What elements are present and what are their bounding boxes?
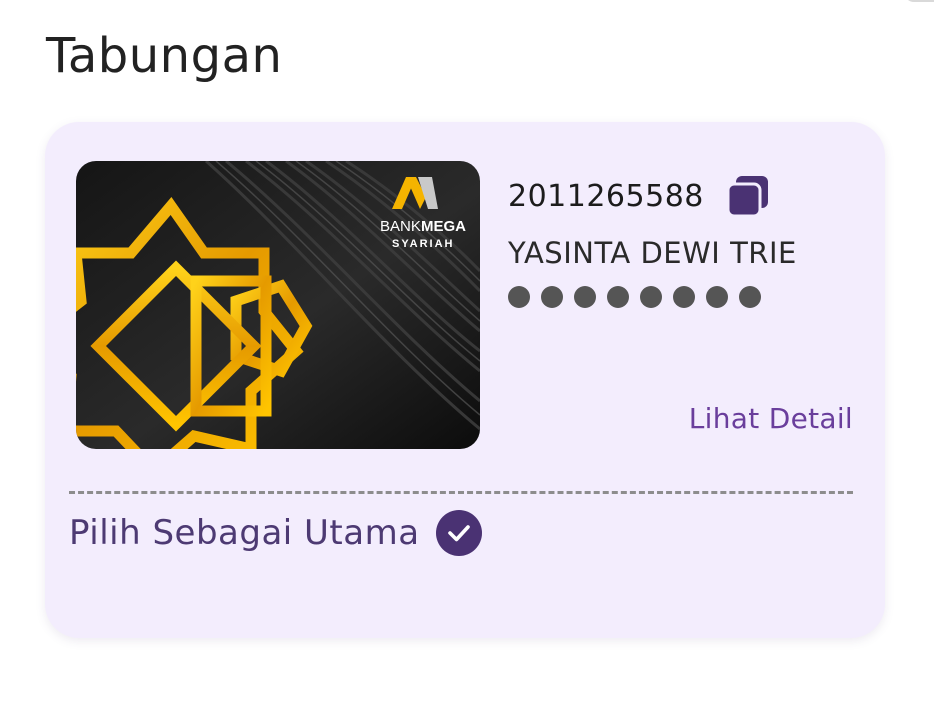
mask-dot	[541, 286, 563, 308]
account-holder-name: YASINTA DEWI TRIE	[508, 236, 797, 270]
set-primary-row[interactable]: Pilih Sebagai Utama	[69, 510, 482, 556]
card-brand-prefix: BANK	[380, 218, 421, 235]
mask-dot	[673, 286, 695, 308]
page-title: Tabungan	[46, 28, 283, 84]
savings-account-card[interactable]: BANK MEGA SYARIAH 2011265588 YASINTA DEW…	[45, 122, 885, 638]
account-info: 2011265588 YASINTA DEWI TRIE	[508, 174, 868, 308]
mask-dot	[640, 286, 662, 308]
mask-dot	[706, 286, 728, 308]
mask-dot	[508, 286, 530, 308]
card-brand-name: MEGA	[421, 218, 466, 235]
check-circle-icon[interactable]	[435, 510, 482, 556]
set-primary-label: Pilih Sebagai Utama	[69, 513, 420, 553]
account-number: 2011265588	[508, 178, 704, 214]
copy-icon[interactable]	[726, 174, 770, 218]
account-number-row: 2011265588	[508, 174, 868, 218]
view-detail-link[interactable]: Lihat Detail	[689, 402, 853, 435]
masked-balance	[508, 286, 868, 308]
top-edge-indicator	[904, 0, 934, 2]
card-brand-sub: SYARIAH	[392, 238, 455, 250]
mask-dot	[739, 286, 761, 308]
debit-card-image: BANK MEGA SYARIAH	[76, 161, 480, 449]
dashed-divider	[69, 491, 853, 494]
mask-dot	[607, 286, 629, 308]
mask-dot	[574, 286, 596, 308]
